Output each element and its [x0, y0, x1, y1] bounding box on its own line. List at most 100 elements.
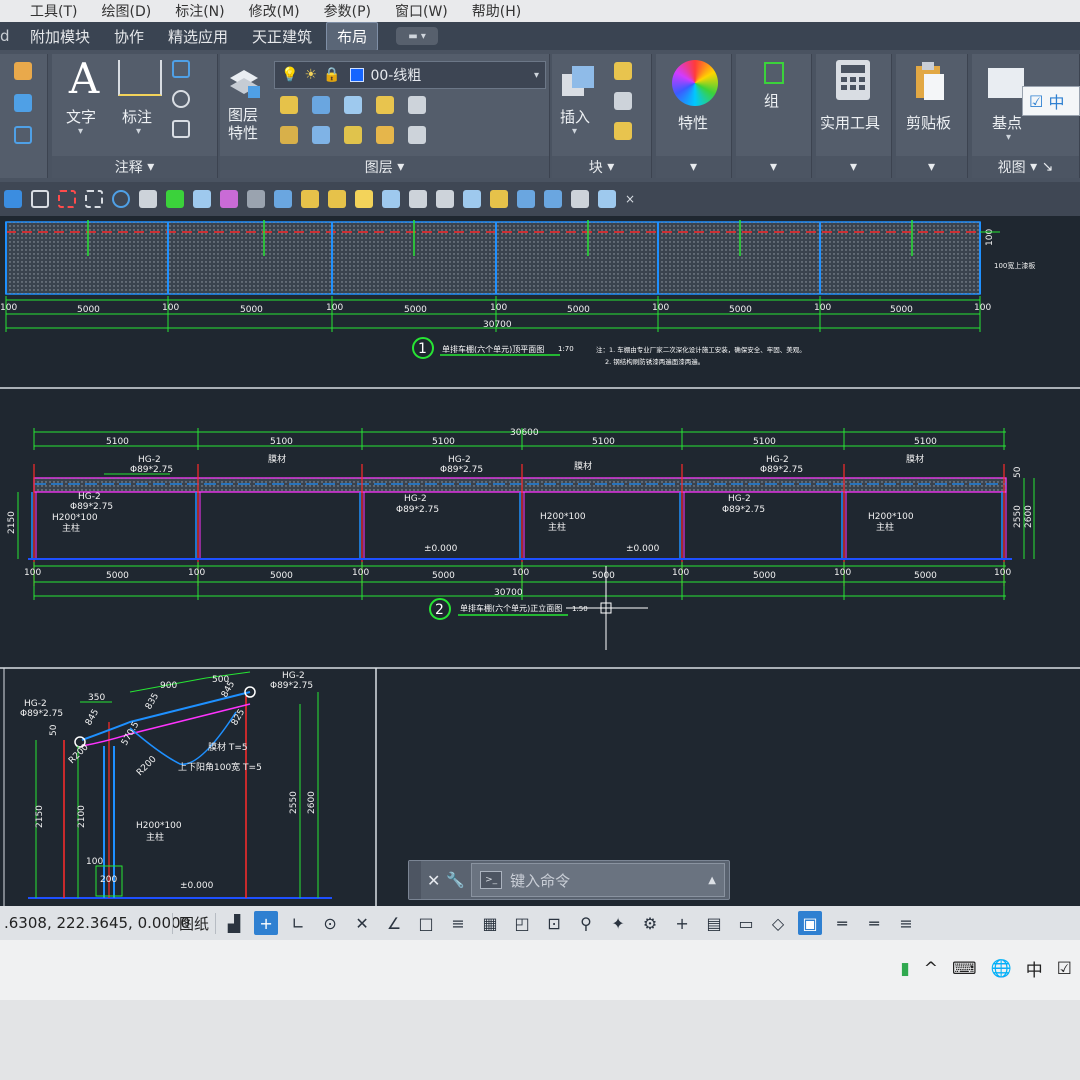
text-dropdown-icon[interactable]: ▾	[78, 126, 83, 137]
toolbar-icon-16[interactable]	[409, 190, 427, 208]
edit-block-icon[interactable]	[614, 92, 632, 110]
wrench-icon[interactable]: 🔧	[446, 871, 465, 889]
toolbar-icon-19[interactable]	[490, 190, 508, 208]
block-attribute-icon[interactable]	[614, 122, 632, 140]
object-snap-tracking-icon[interactable]: ∠	[382, 911, 406, 935]
clipboard-button-label[interactable]: 剪贴板	[906, 112, 951, 133]
selection-cycling-icon[interactable]: ◰	[510, 911, 534, 935]
annotation-scale-icon[interactable]: ✦	[606, 911, 630, 935]
properties-button-label[interactable]: 特性	[678, 112, 708, 133]
layer-tool-4-icon[interactable]	[376, 96, 394, 114]
layer-tool-6-icon[interactable]	[280, 126, 298, 144]
clean-screen-icon-1[interactable]: ═	[830, 911, 854, 935]
dimension-button-label[interactable]: 标注	[122, 106, 152, 127]
view-panel-title[interactable]: 视图 ▾ ↘	[972, 156, 1079, 178]
toolbar-icon-23[interactable]	[598, 190, 616, 208]
clipboard-icon[interactable]	[912, 60, 948, 102]
group-icon[interactable]	[764, 62, 784, 84]
lineweight-icon[interactable]: ≡	[446, 911, 470, 935]
monitor-icon[interactable]: ▭	[734, 911, 758, 935]
pencil-icon[interactable]	[14, 62, 32, 80]
customize-icon[interactable]: ≡	[894, 911, 918, 935]
battery-icon[interactable]: ▮	[900, 959, 909, 979]
layer-tool-10-icon[interactable]	[408, 126, 426, 144]
groups-panel-footer[interactable]: ▾	[736, 156, 811, 178]
layer-properties-label[interactable]: 图层 特性	[228, 106, 258, 142]
menu-dimension[interactable]: 标注(N)	[175, 1, 224, 21]
ribbon-minimize-toggle[interactable]: ▬ ▾	[396, 27, 439, 45]
dynamic-ucs-icon[interactable]: ⚲	[574, 911, 598, 935]
menu-window[interactable]: 窗口(W)	[395, 1, 448, 21]
color-wheel-icon[interactable]	[672, 60, 718, 106]
paper-space-toggle[interactable]: 图纸	[172, 912, 217, 934]
toolbar-icon-6[interactable]	[139, 190, 157, 208]
calculator-icon[interactable]	[836, 60, 870, 100]
polar-tracking-icon[interactable]: ⊙	[318, 911, 342, 935]
basepoint-icon[interactable]	[988, 68, 1024, 98]
clipboard-panel-footer[interactable]: ▾	[896, 156, 967, 178]
insert-block-icon[interactable]	[558, 60, 598, 100]
toolbar-icon-20[interactable]	[517, 190, 535, 208]
text-icon[interactable]: A	[64, 54, 104, 103]
toolbar-icon-21[interactable]	[544, 190, 562, 208]
command-input[interactable]: >_ 键入命令 ▲	[471, 863, 725, 897]
toolbar-icon-10[interactable]	[247, 190, 265, 208]
hardware-accel-icon[interactable]: ▣	[798, 911, 823, 935]
menu-help[interactable]: 帮助(H)	[472, 1, 521, 21]
3d-osnap-icon[interactable]: ⊡	[542, 911, 566, 935]
notification-icon[interactable]: ☑	[1057, 959, 1072, 979]
text-button-label[interactable]: 文字	[66, 106, 96, 127]
chevron-up-icon[interactable]: ▲	[708, 875, 716, 886]
command-line-grip[interactable]	[409, 861, 421, 899]
toolbar-icon-14[interactable]	[355, 190, 373, 208]
toolbar-icon-4[interactable]	[85, 190, 103, 208]
block-panel-title[interactable]: 块 ▾	[552, 156, 651, 178]
infer-constraints-icon[interactable]: +	[254, 911, 279, 935]
layer-tool-1-icon[interactable]	[280, 96, 298, 114]
toolbar-icon-7[interactable]	[166, 190, 184, 208]
keyboard-icon[interactable]: ⌨	[952, 959, 977, 979]
layer-tool-2-icon[interactable]	[312, 96, 330, 114]
toolbar-icon-13[interactable]	[328, 190, 346, 208]
layer-dropdown[interactable]: 💡 ☀ 🔒 00-线粗 ▾	[274, 61, 546, 89]
language-popup[interactable]: ☑ 中	[1022, 86, 1080, 116]
layer-tool-8-icon[interactable]	[344, 126, 362, 144]
toolbar-icon-22[interactable]	[571, 190, 589, 208]
toolbar-icon-8[interactable]	[193, 190, 211, 208]
create-block-icon[interactable]	[614, 62, 632, 80]
isodraft-icon[interactable]: ✕	[350, 911, 374, 935]
basepoint-dropdown-icon[interactable]: ▾	[1006, 132, 1011, 143]
leader-icon[interactable]	[172, 90, 190, 108]
layer-tool-7-icon[interactable]	[312, 126, 330, 144]
linear-dim-icon[interactable]	[172, 60, 190, 78]
cube-icon[interactable]	[14, 94, 32, 112]
utilities-panel-footer[interactable]: ▾	[816, 156, 891, 178]
layer-tool-3-icon[interactable]	[344, 96, 362, 114]
tab-layout[interactable]: 布局	[326, 21, 379, 51]
offset-icon[interactable]	[14, 126, 32, 144]
table-icon[interactable]	[172, 120, 190, 138]
toolbar-icon-1[interactable]	[4, 190, 22, 208]
group-button-label[interactable]: 组	[764, 90, 779, 111]
basepoint-button-label[interactable]: 基点	[992, 112, 1022, 133]
toolbar-close-icon[interactable]: ×	[625, 192, 635, 206]
properties-panel-footer[interactable]: ▾	[656, 156, 731, 178]
toolbar-icon-18[interactable]	[463, 190, 481, 208]
layers-panel-title[interactable]: 图层 ▾	[220, 156, 549, 178]
plus-icon[interactable]: +	[670, 911, 694, 935]
ortho-icon[interactable]: ∟	[286, 911, 310, 935]
object-snap-icon[interactable]: □	[414, 911, 438, 935]
layer-tool-9-icon[interactable]	[376, 126, 394, 144]
toolbar-icon-5[interactable]	[112, 190, 130, 208]
grid-snap-icon[interactable]: ▟	[222, 911, 246, 935]
toolbar-icon-12[interactable]	[301, 190, 319, 208]
tab-tangent[interactable]: 天正建筑	[242, 23, 322, 50]
transparency-icon[interactable]: ▦	[478, 911, 502, 935]
toolbar-icon-15[interactable]	[382, 190, 400, 208]
toolbar-icon-9[interactable]	[220, 190, 238, 208]
clean-screen-icon-2[interactable]: ═	[862, 911, 886, 935]
layer-tool-5-icon[interactable]	[408, 96, 426, 114]
tab-addins[interactable]: 附加模块	[20, 23, 100, 50]
menu-draw[interactable]: 绘图(D)	[101, 1, 151, 21]
toolbar-icon-11[interactable]	[274, 190, 292, 208]
